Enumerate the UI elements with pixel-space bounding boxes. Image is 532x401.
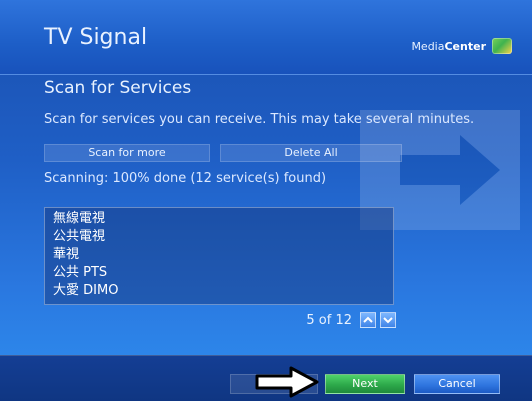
header-bar: TV Signal MediaCenter (0, 0, 532, 75)
pager-up-button[interactable] (360, 312, 376, 328)
cancel-button[interactable]: Cancel (414, 374, 500, 394)
next-button[interactable]: Next (325, 374, 405, 394)
list-item[interactable]: 無線電視 (53, 210, 105, 228)
page-title: TV Signal (44, 25, 148, 50)
chevron-down-icon (383, 317, 393, 324)
pager: 5 of 12 (306, 312, 396, 328)
scan-for-more-button[interactable]: Scan for more (44, 144, 210, 162)
section-description: Scan for services you can receive. This … (44, 112, 475, 127)
list-item[interactable]: 華視 (53, 246, 79, 264)
pager-down-button[interactable] (380, 312, 396, 328)
pager-count: 5 of 12 (306, 312, 352, 328)
brand-prefix: Media (411, 39, 445, 53)
section-title: Scan for Services (44, 78, 192, 98)
services-list[interactable]: 無線電視 公共電視 華視 公共 PTS 大愛 DIMO (44, 207, 394, 305)
media-center-logo-icon (492, 38, 512, 54)
brand-text: MediaCenter (411, 40, 486, 53)
list-item[interactable]: 公共電視 (53, 228, 105, 246)
scan-status: Scanning: 100% done (12 service(s) found… (44, 171, 327, 186)
pointer-arrow-icon (255, 366, 319, 398)
scan-actions: Scan for more Delete All (44, 144, 402, 162)
media-center-screen: TV Signal MediaCenter Scan for Services … (0, 0, 532, 401)
brand-bold: Center (444, 39, 486, 53)
list-item[interactable]: 大愛 DIMO (53, 282, 118, 300)
delete-all-button[interactable]: Delete All (220, 144, 402, 162)
chevron-up-icon (363, 316, 373, 323)
media-center-brand: MediaCenter (411, 38, 512, 54)
list-item[interactable]: 公共 PTS (53, 264, 107, 282)
